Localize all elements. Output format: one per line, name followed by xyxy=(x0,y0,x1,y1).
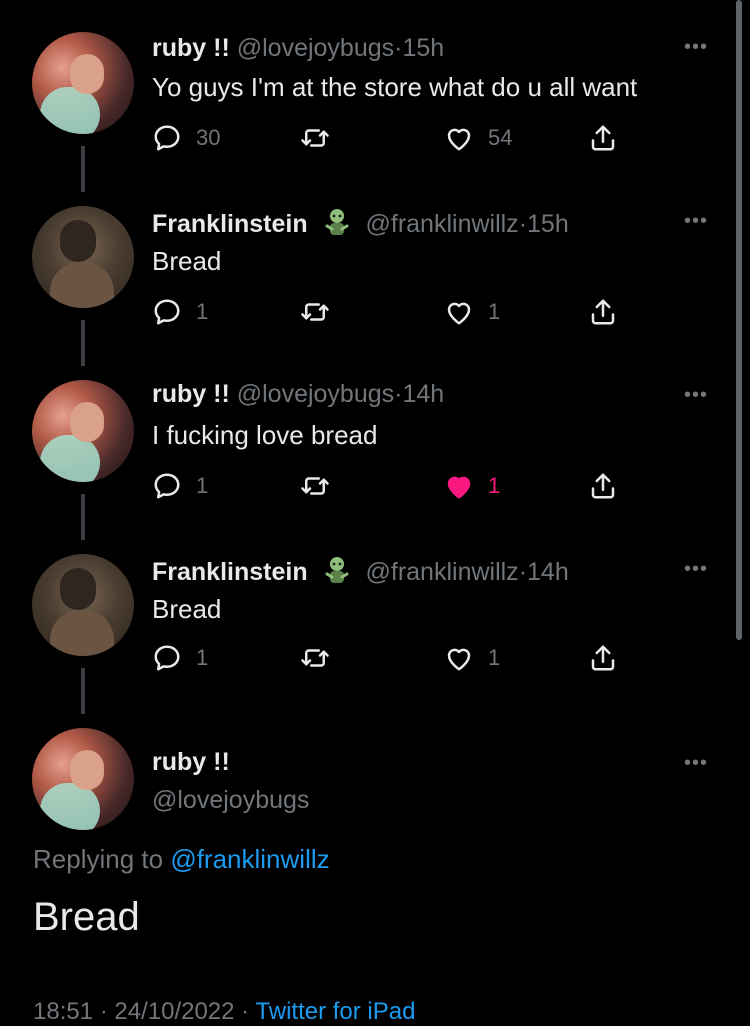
zombie-emoji-icon xyxy=(325,557,349,583)
user-handle[interactable]: @franklinwillz xyxy=(366,558,519,586)
more-options-button[interactable]: ••• xyxy=(684,752,708,775)
display-name[interactable]: Franklinstein xyxy=(152,558,308,586)
heart-icon xyxy=(447,302,471,325)
more-options-button[interactable]: ••• xyxy=(684,384,708,407)
separator-dot: · xyxy=(518,210,528,238)
reply-button[interactable]: 1 xyxy=(152,638,208,678)
tweet-text: I fucking love bread xyxy=(152,420,378,450)
avatar[interactable] xyxy=(32,728,134,830)
share-button[interactable] xyxy=(588,292,618,332)
share-icon xyxy=(591,473,615,499)
retweet-icon xyxy=(301,477,329,495)
more-options-button[interactable]: ••• xyxy=(684,210,708,233)
share-button[interactable] xyxy=(588,466,618,506)
reply-icon xyxy=(154,473,180,499)
reply-icon xyxy=(154,645,180,671)
like-button[interactable]: 54 xyxy=(444,118,512,158)
action-bar: 1 1 xyxy=(152,638,632,678)
user-handle[interactable]: @lovejoybugs xyxy=(237,34,394,62)
heart-icon xyxy=(447,128,471,151)
mention-link[interactable]: @franklinwillz xyxy=(170,844,329,874)
avatar[interactable] xyxy=(32,206,134,308)
replying-prefix: Replying to xyxy=(33,844,171,874)
retweet-button[interactable] xyxy=(300,292,344,332)
like-count: 1 xyxy=(488,473,501,498)
tweet-meta: 18:51 · 24/10/2022 · Twitter for iPad xyxy=(33,998,415,1026)
tweet-header: ruby !! @lovejoybugs·15h xyxy=(152,34,444,63)
tweet-text: Yo guys I'm at the store what do u all w… xyxy=(152,72,638,102)
share-icon xyxy=(591,299,615,325)
like-count: 54 xyxy=(488,125,513,150)
share-button[interactable] xyxy=(588,118,618,158)
user-handle[interactable]: @lovejoybugs xyxy=(152,786,309,815)
reply-count: 1 xyxy=(196,299,209,324)
share-icon xyxy=(591,125,615,151)
user-handle[interactable]: @franklinwillz xyxy=(366,210,519,238)
like-button[interactable]: 1 xyxy=(444,638,500,678)
reply-icon xyxy=(154,125,180,151)
retweet-icon xyxy=(301,129,329,147)
like-count: 1 xyxy=(488,645,501,670)
timestamp[interactable]: 18:51 · 24/10/2022 · xyxy=(33,998,255,1025)
source-link[interactable]: Twitter for iPad xyxy=(255,998,415,1025)
like-button-active[interactable]: 1 xyxy=(444,466,500,506)
retweet-button[interactable] xyxy=(300,118,344,158)
heart-icon xyxy=(447,648,471,671)
reply-count: 1 xyxy=(196,645,209,670)
zombie-emoji-icon xyxy=(325,209,349,235)
avatar[interactable] xyxy=(32,554,134,656)
more-options-button[interactable]: ••• xyxy=(684,36,708,59)
action-bar: 30 54 xyxy=(152,118,632,158)
display-name[interactable]: ruby !! xyxy=(152,748,230,777)
like-button[interactable]: 1 xyxy=(444,292,500,332)
timestamp[interactable]: 14h xyxy=(402,380,444,408)
user-handle[interactable]: @lovejoybugs xyxy=(237,380,394,408)
avatar[interactable] xyxy=(32,380,134,482)
avatar[interactable] xyxy=(32,32,134,134)
separator-dot: · xyxy=(518,558,528,586)
display-name[interactable]: Franklinstein xyxy=(152,210,308,238)
timestamp[interactable]: 15h xyxy=(402,34,444,62)
timestamp[interactable]: 14h xyxy=(527,558,569,586)
reply-button[interactable]: 30 xyxy=(152,118,220,158)
display-name[interactable]: ruby !! xyxy=(152,380,230,408)
timestamp[interactable]: 15h xyxy=(527,210,569,238)
action-bar: 1 1 xyxy=(152,466,632,506)
thread-line xyxy=(81,146,85,192)
reply-icon xyxy=(154,299,180,325)
like-count: 1 xyxy=(488,299,501,324)
thread-line xyxy=(81,494,85,540)
tweet-text: Bread xyxy=(152,594,222,624)
tweet-text: Bread xyxy=(33,895,140,939)
display-name[interactable]: ruby !! xyxy=(152,34,230,62)
reply-button[interactable]: 1 xyxy=(152,292,208,332)
tweet-header: ruby !! @lovejoybugs·14h xyxy=(152,380,444,409)
tweet-header: Franklinstein @franklinwillz·14h xyxy=(152,554,569,587)
action-bar: 1 1 xyxy=(152,292,632,332)
share-icon xyxy=(591,645,615,671)
reply-button[interactable]: 1 xyxy=(152,466,208,506)
thread-line xyxy=(81,668,85,714)
retweet-icon xyxy=(301,649,329,667)
share-button[interactable] xyxy=(588,638,618,678)
tweet-text: Bread xyxy=(152,246,222,276)
scrollbar[interactable] xyxy=(736,0,742,640)
thread-line xyxy=(81,320,85,366)
more-options-button[interactable]: ••• xyxy=(684,558,708,581)
reply-count: 1 xyxy=(196,473,209,498)
reply-count: 30 xyxy=(196,125,221,150)
replying-to: Replying to @franklinwillz xyxy=(33,844,330,875)
tweet-header: Franklinstein @franklinwillz·15h xyxy=(152,206,569,239)
retweet-button[interactable] xyxy=(300,638,344,678)
retweet-icon xyxy=(301,303,329,321)
heart-filled-icon xyxy=(447,476,471,499)
retweet-button[interactable] xyxy=(300,466,344,506)
